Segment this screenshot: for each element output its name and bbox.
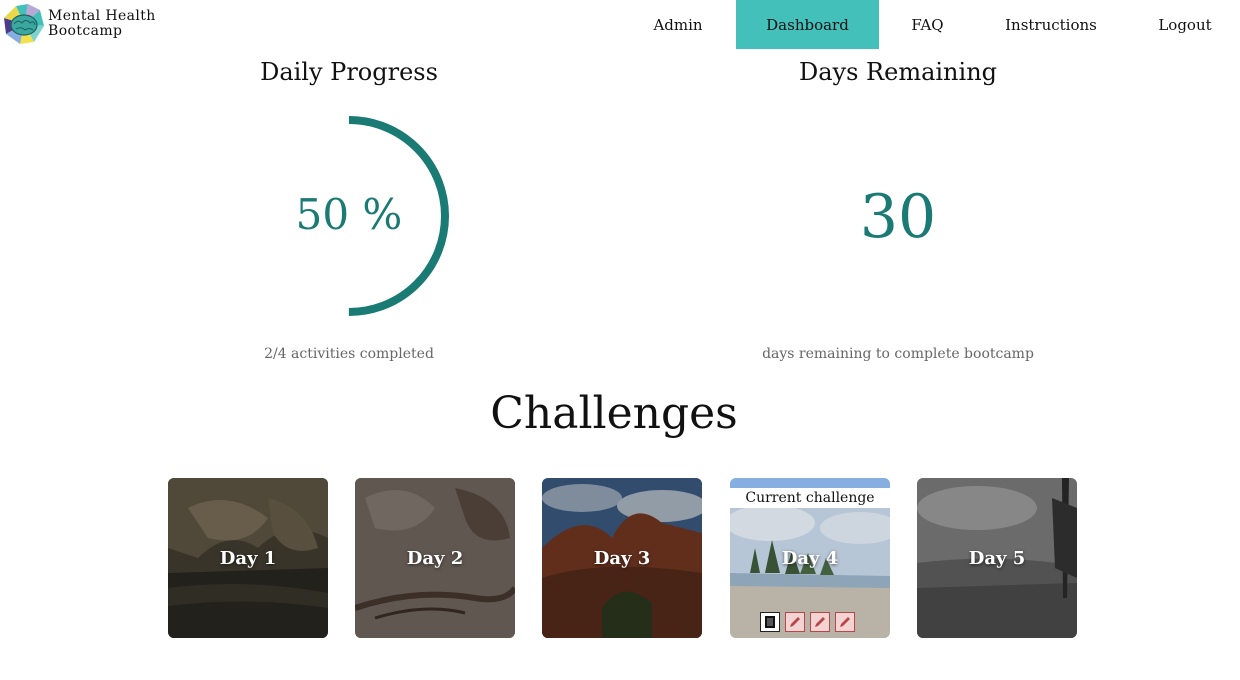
- pencil-icon: [840, 617, 850, 627]
- nav-instructions[interactable]: Instructions: [976, 0, 1126, 49]
- top-navbar: Mental Health Bootcamp Admin Dashboard F…: [0, 0, 1240, 49]
- brand-line-1: Mental Health: [48, 8, 156, 24]
- challenge-card-day-2[interactable]: Day 2: [355, 478, 515, 638]
- days-remaining-caption: days remaining to complete bootcamp: [762, 346, 1034, 362]
- daily-progress-title: Daily Progress: [260, 58, 438, 86]
- challenge-card-day-3[interactable]: Day 3: [542, 478, 702, 638]
- activity-icons: [760, 612, 855, 632]
- challenges-heading: Challenges: [490, 388, 738, 439]
- brand-name: Mental Health Bootcamp: [48, 9, 156, 39]
- current-challenge-bar: [730, 478, 890, 488]
- nav-faq[interactable]: FAQ: [879, 0, 976, 49]
- days-remaining-value: 30: [859, 182, 937, 252]
- nav-logout[interactable]: Logout: [1126, 0, 1240, 49]
- book-icon: [765, 616, 775, 628]
- challenge-card-day-1[interactable]: Day 1: [168, 478, 328, 638]
- activity-pencil[interactable]: [785, 612, 805, 632]
- challenge-card-day-5[interactable]: Day 5: [917, 478, 1077, 638]
- current-challenge-banner: Current challenge: [730, 478, 890, 508]
- day-label: Day 3: [593, 548, 651, 569]
- activity-pencil[interactable]: [835, 612, 855, 632]
- nav-admin[interactable]: Admin: [620, 0, 736, 49]
- pencil-icon: [815, 617, 825, 627]
- day-label: Day 1: [219, 548, 277, 569]
- day-label: Day 2: [406, 548, 464, 569]
- brain-logo-icon: [4, 4, 44, 44]
- activity-book-done[interactable]: [760, 612, 780, 632]
- progress-percent: 50 %: [295, 190, 403, 239]
- day-label: Day 5: [968, 548, 1026, 569]
- brand[interactable]: Mental Health Bootcamp: [4, 4, 156, 44]
- activity-pencil[interactable]: [810, 612, 830, 632]
- pencil-icon: [790, 617, 800, 627]
- day-label: Day 4: [781, 548, 839, 569]
- activities-completed-caption: 2/4 activities completed: [264, 346, 434, 362]
- brand-line-2: Bootcamp: [48, 23, 123, 39]
- challenge-card-day-4[interactable]: Current challenge Day 4: [730, 478, 890, 638]
- nav-dashboard[interactable]: Dashboard: [736, 0, 879, 49]
- days-remaining-title: Days Remaining: [798, 58, 998, 86]
- current-challenge-label: Current challenge: [730, 488, 890, 508]
